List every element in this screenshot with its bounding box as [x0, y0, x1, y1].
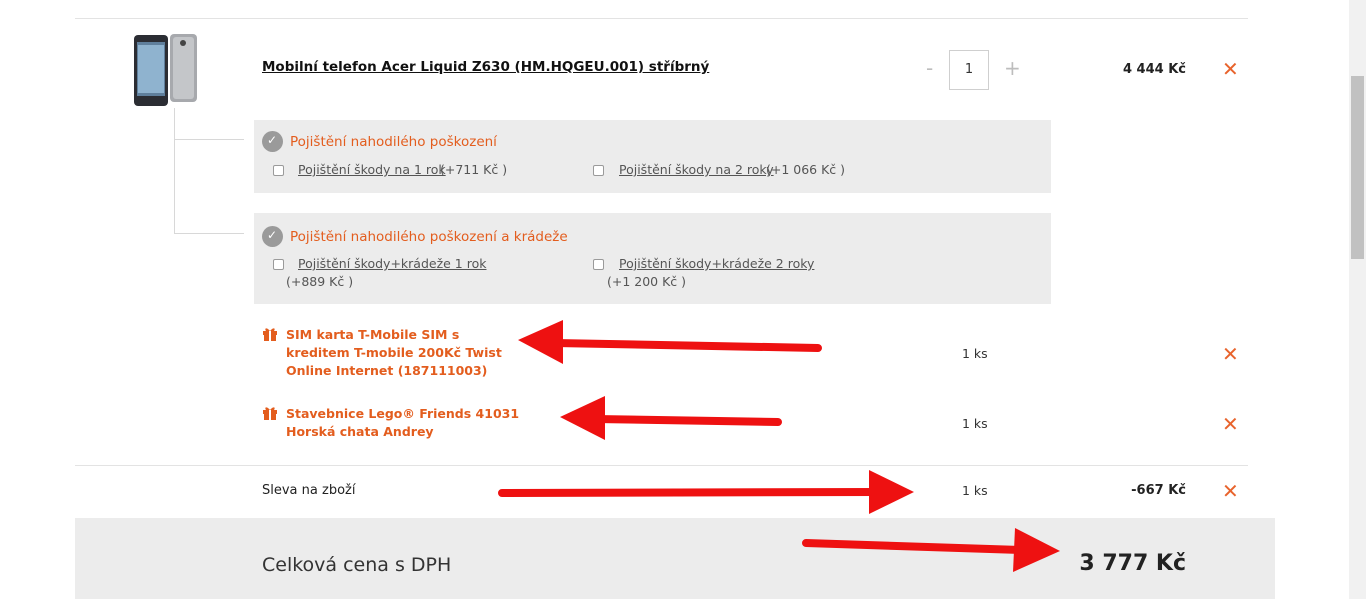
annotation-arrow — [802, 528, 1060, 572]
annotation-arrow — [498, 470, 914, 514]
scrollbar-thumb[interactable] — [1351, 76, 1364, 259]
annotation-arrows — [498, 320, 1060, 572]
annotation-arrow — [560, 396, 782, 440]
annotation-arrow — [518, 320, 822, 364]
